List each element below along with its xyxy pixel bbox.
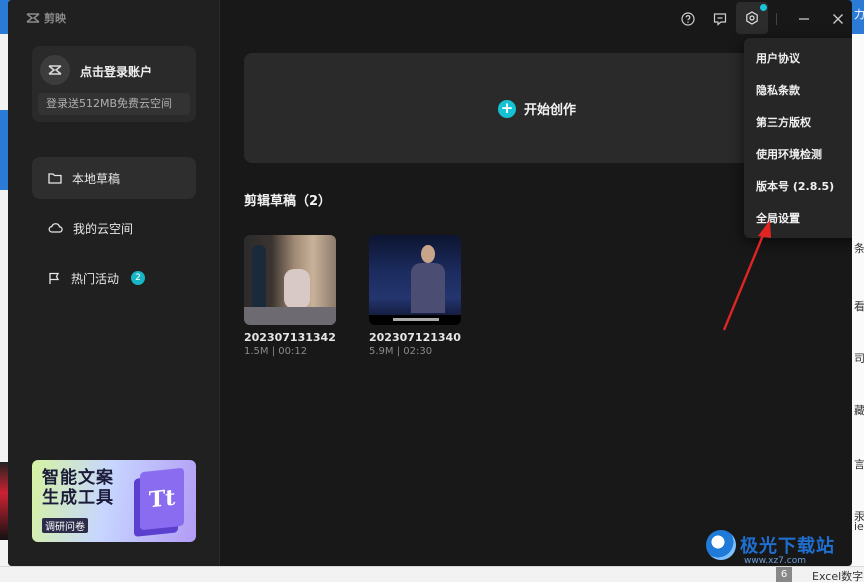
avatar[interactable] [40, 55, 70, 85]
background-glyph: 看 [854, 300, 864, 313]
background-left-strip [0, 110, 8, 190]
start-creation-card[interactable]: + 开始创作 [244, 53, 764, 163]
login-link[interactable]: 点击登录账户 [80, 63, 152, 80]
menu-item-global-settings[interactable]: 全局设置 [756, 210, 800, 226]
settings-notification-dot [760, 4, 767, 11]
background-taskbar: 6 Excel数字 [0, 566, 864, 582]
thumbnail-figure [284, 269, 310, 309]
thumbnail-furniture [244, 307, 336, 325]
taskbar-tag: 6 [776, 567, 792, 582]
background-glyph: 力 [854, 8, 864, 21]
background-right-edge: 力 条 看 司 藏 言 汞 ie [852, 8, 864, 582]
close-icon [833, 14, 843, 24]
promo-subtitle: 调研问卷 [42, 518, 88, 533]
app-window: 剪映 点击登录账户 登录送512MB免费云空间 本地草稿 我的云空间 热门活动 … [8, 0, 852, 566]
flag-icon [49, 272, 60, 284]
promo-title: 智能文案 生成工具 [42, 468, 114, 508]
settings-dropdown-menu: 用户协议 隐私条款 第三方版权 使用环境检测 版本号 (2.8.5) 全局设置 [744, 38, 852, 238]
sidebar: 剪映 点击登录账户 登录送512MB免费云空间 本地草稿 我的云空间 热门活动 … [8, 0, 220, 566]
help-icon [681, 12, 695, 26]
watermark-logo-icon [706, 530, 736, 560]
promo-banner[interactable]: 智能文案 生成工具 调研问卷 Tt [32, 460, 196, 542]
start-creation-label: 开始创作 [524, 103, 577, 118]
sidebar-item-local-drafts[interactable]: 本地草稿 [32, 157, 196, 199]
sidebar-item-hot-events[interactable]: 热门活动 2 [32, 257, 196, 299]
thumbnail-figure [421, 245, 435, 263]
app-logo-text: 剪映 [44, 12, 66, 25]
menu-item-privacy-policy[interactable]: 隐私条款 [756, 82, 800, 98]
notification-badge: 2 [131, 271, 146, 285]
minimize-icon [799, 18, 809, 20]
background-glyph: 藏 [854, 404, 864, 417]
start-creation-button[interactable]: + 开始创作 [498, 99, 576, 118]
watermark-url: www.xz7.com [744, 556, 806, 566]
menu-item-version[interactable]: 版本号 (2.8.5) [756, 178, 834, 194]
draft-item[interactable]: 202307131342 1.5M | 00:12 [244, 235, 336, 357]
draft-meta: 5.9M | 02:30 [369, 346, 433, 357]
sidebar-item-cloud-space[interactable]: 我的云空间 [32, 207, 196, 249]
cloud-icon [48, 223, 63, 233]
capcut-avatar-icon [48, 65, 62, 75]
background-glyph: ie [854, 520, 864, 533]
feedback-icon [713, 13, 727, 26]
sidebar-item-label: 热门活动 [71, 271, 120, 286]
draft-meta: 1.5M | 00:12 [244, 346, 308, 357]
folder-icon [48, 173, 62, 184]
thumbnail-subtitle-text [393, 318, 439, 321]
promo-title-line: 生成工具 [42, 488, 114, 508]
promo-title-line: 智能文案 [42, 468, 114, 488]
background-left-image [0, 462, 8, 540]
help-button[interactable] [679, 10, 697, 28]
watermark-brand: 极光下载站 [740, 536, 835, 557]
gear-icon [746, 11, 758, 25]
titlebar-divider [776, 13, 777, 25]
sidebar-item-label: 我的云空间 [73, 221, 134, 236]
background-glyph: 条 [854, 242, 864, 255]
draft-item[interactable]: 202307121340 5.9M | 02:30 [369, 235, 461, 357]
draft-name: 202307131342 [244, 331, 336, 344]
minimize-button[interactable] [795, 10, 813, 28]
plus-icon: + [498, 99, 516, 118]
background-glyph: 言 [854, 458, 864, 471]
taskbar-text: Excel数字 [812, 570, 864, 582]
draft-thumbnail[interactable] [244, 235, 336, 325]
close-button[interactable] [829, 10, 847, 28]
promo-graphic: Tt [140, 467, 184, 531]
cloud-promo-text[interactable]: 登录送512MB免费云空间 [38, 93, 190, 115]
background-glyph: 司 [854, 352, 864, 365]
feedback-button[interactable] [711, 10, 729, 28]
thumbnail-figure [252, 245, 266, 311]
app-logo: 剪映 [26, 10, 66, 26]
menu-item-user-agreement[interactable]: 用户协议 [756, 50, 800, 66]
sidebar-item-label: 本地草稿 [72, 171, 121, 186]
draft-thumbnail[interactable] [369, 235, 461, 325]
account-card[interactable]: 点击登录账户 登录送512MB免费云空间 [32, 46, 196, 122]
menu-item-third-party-copyright[interactable]: 第三方版权 [756, 114, 811, 130]
drafts-section-title: 剪辑草稿（2） [244, 194, 332, 209]
draft-name: 202307121340 [369, 331, 461, 344]
thumbnail-figure [411, 263, 445, 313]
capcut-logo-icon [26, 13, 40, 23]
menu-item-environment-check[interactable]: 使用环境检测 [756, 146, 822, 162]
